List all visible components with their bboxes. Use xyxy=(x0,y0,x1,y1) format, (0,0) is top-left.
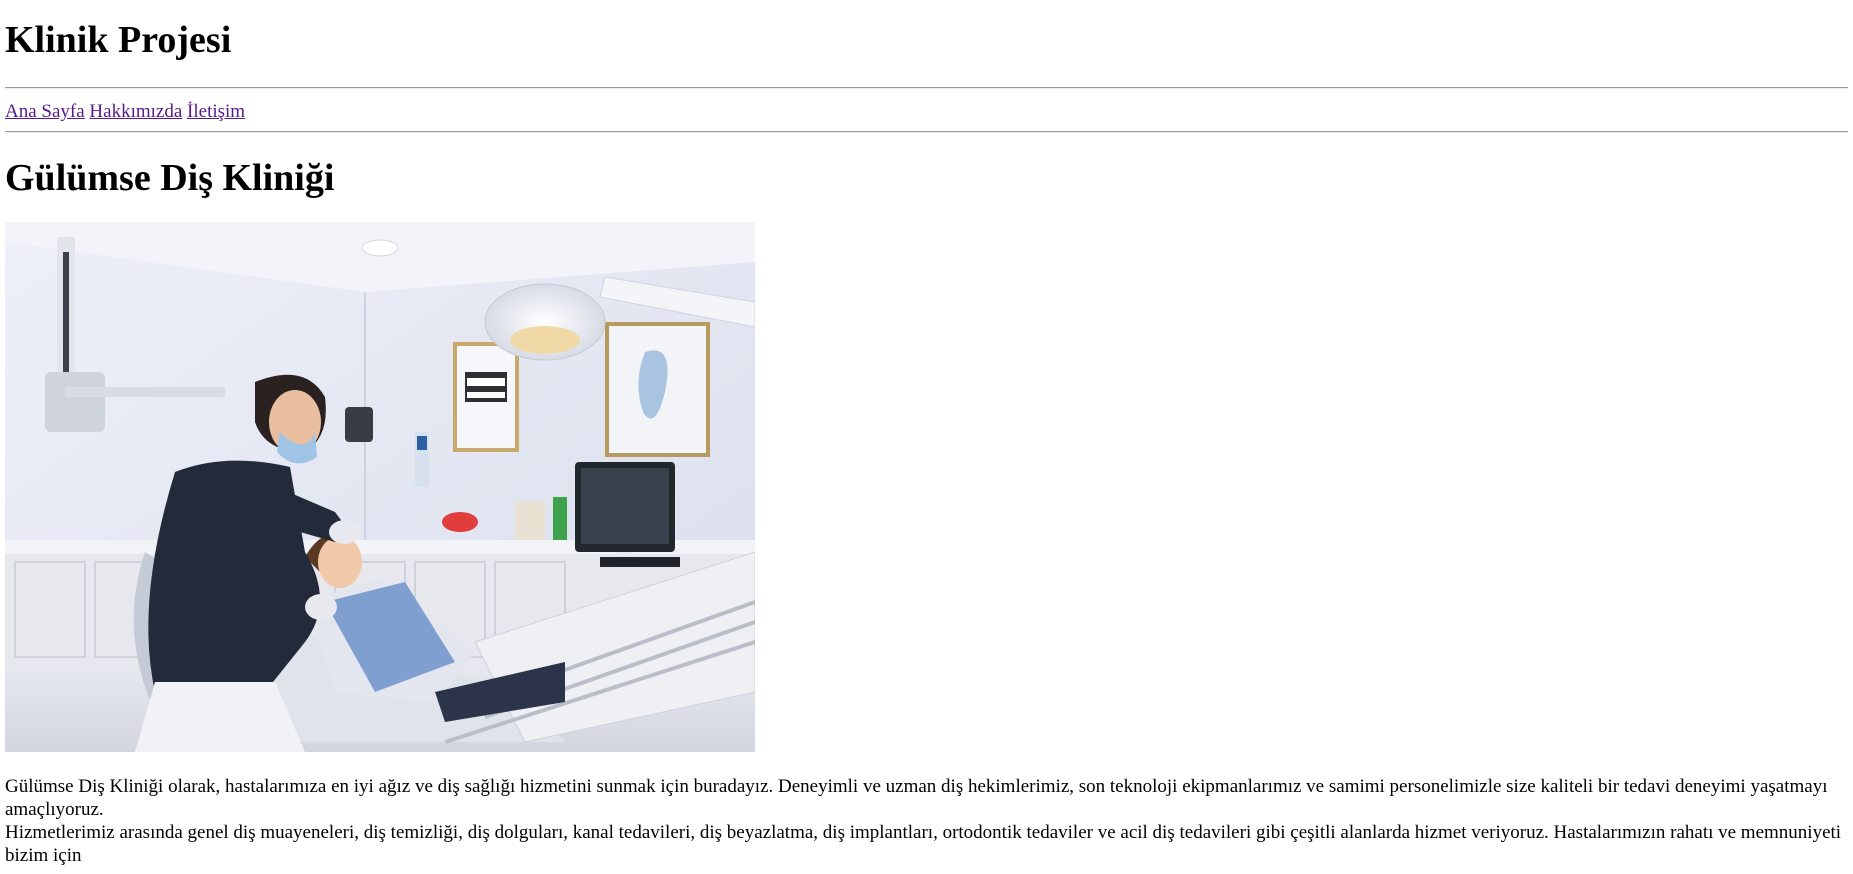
nav-link-home[interactable]: Ana Sayfa xyxy=(5,101,85,122)
clinic-paragraph-2: Hizmetlerimiz arasında genel diş muayene… xyxy=(5,821,1842,866)
nav-link-about[interactable]: Hakkımızda xyxy=(89,101,182,122)
clinic-photo xyxy=(5,221,755,752)
clinic-description: Gülümse Diş Kliniği olarak, hastalarımız… xyxy=(5,775,1845,867)
site-title: Klinik Projesi xyxy=(5,19,232,61)
nav-link-contact[interactable]: İletişim xyxy=(187,101,245,122)
clinic-paragraph-1: Gülümse Diş Kliniği olarak, hastalarımız… xyxy=(5,775,1828,820)
clinic-title: Gülümse Diş Kliniği xyxy=(5,156,335,199)
main-nav: Ana Sayfa Hakkımızda İletişim xyxy=(5,89,1848,131)
page: Klinik Projesi Ana Sayfa Hakkımızda İlet… xyxy=(0,0,1853,867)
